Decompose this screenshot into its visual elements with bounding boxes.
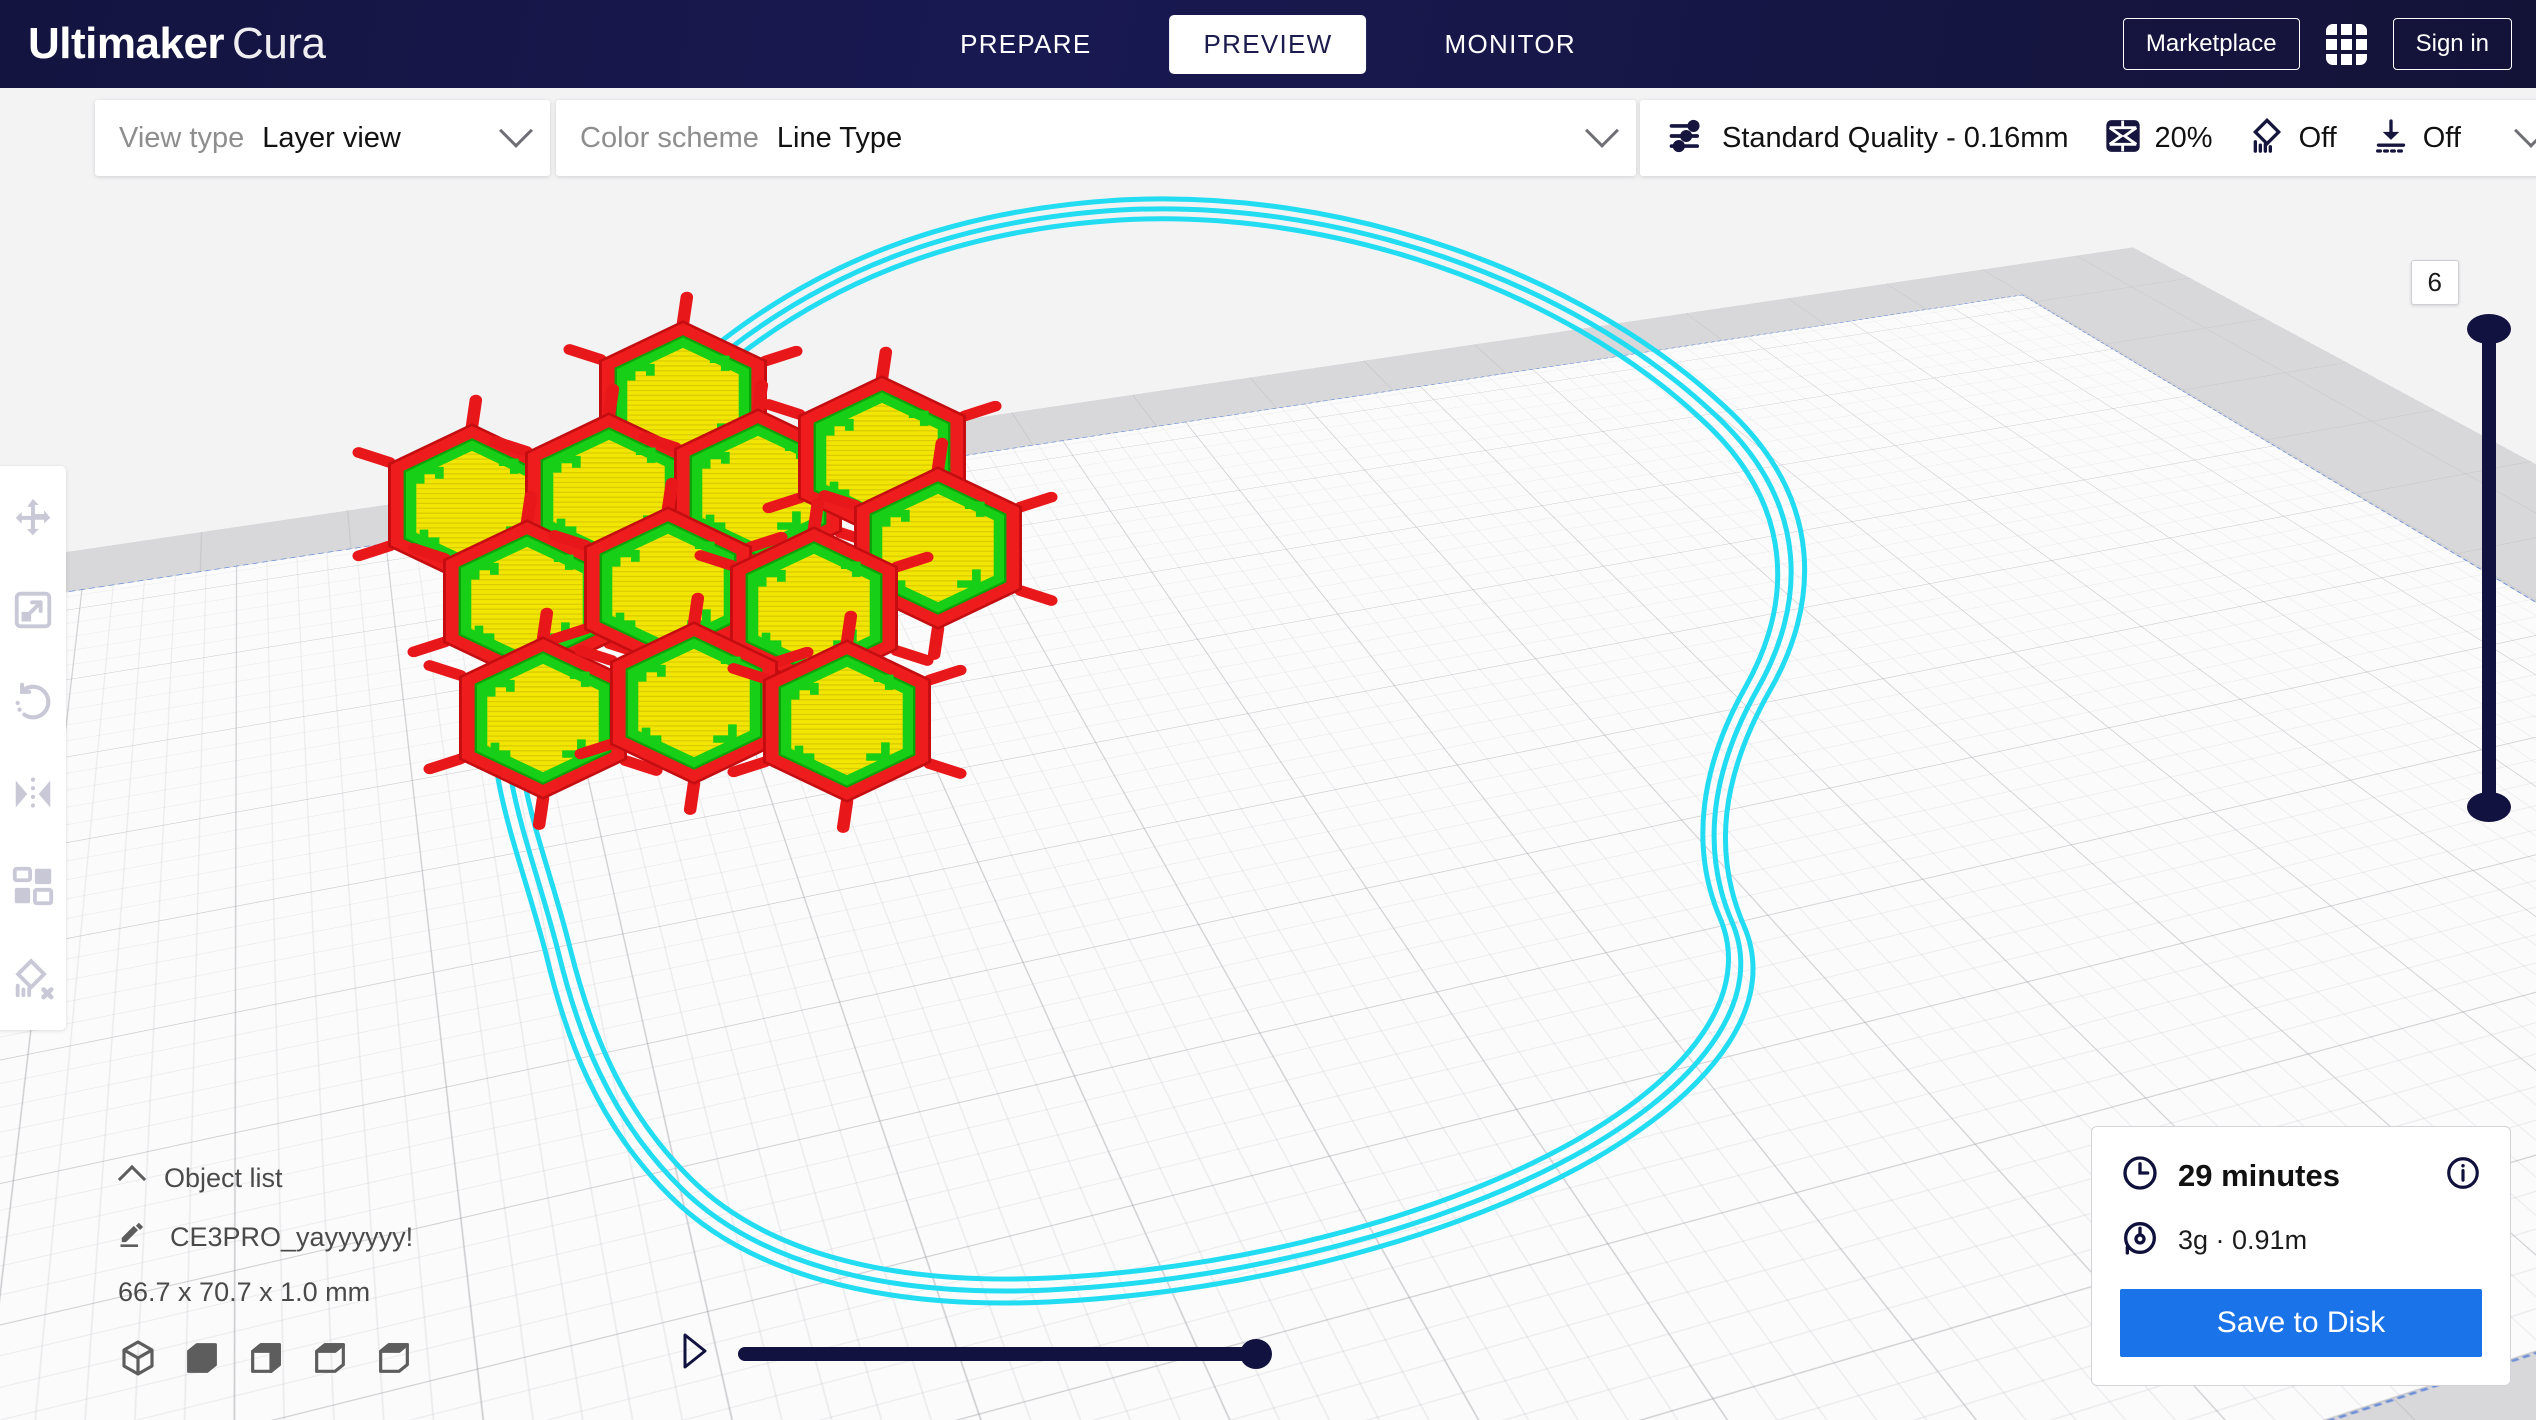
chevron-down-icon[interactable] (499, 114, 533, 148)
move-tool[interactable] (7, 492, 59, 544)
rotate-tool[interactable] (7, 676, 59, 728)
pencil-icon (118, 1220, 148, 1255)
color-scheme-selector[interactable]: Color scheme Line Type (556, 100, 1636, 176)
settings-toolbar: View type Layer view Color scheme Line T… (95, 100, 2536, 176)
filament-spool-icon (2120, 1218, 2160, 1263)
object-list-panel: Object list CE3PRO_yayyyyyy! 66.7 x 70.7… (118, 1163, 414, 1378)
print-info-card: 29 minutes 3g · 0.91m Save to Disk (2091, 1126, 2511, 1386)
view-cube-top-icon[interactable] (246, 1338, 286, 1378)
view-cube-3d-icon[interactable] (118, 1338, 158, 1378)
support-icon (2247, 116, 2287, 161)
scale-tool[interactable] (7, 584, 59, 636)
header-right-actions: Marketplace Sign in (2123, 0, 2512, 88)
print-time-row: 29 minutes (2120, 1153, 2482, 1198)
adhesion-item[interactable]: Off (2371, 116, 2461, 161)
support-blocker-tool[interactable] (7, 952, 59, 1004)
layer-slider-lower-handle[interactable] (2467, 792, 2511, 822)
layer-slider-track[interactable] (2482, 328, 2496, 808)
clock-icon (2120, 1153, 2160, 1198)
view-cube-left-icon[interactable] (310, 1338, 350, 1378)
layer-slider-upper-handle[interactable] (2467, 314, 2511, 344)
material-usage-value: 3g · 0.91m (2178, 1225, 2307, 1256)
per-model-settings-tool[interactable] (7, 860, 59, 912)
material-usage-row: 3g · 0.91m (2120, 1218, 2482, 1263)
print-time-value: 29 minutes (2178, 1158, 2340, 1194)
simulation-controls (680, 1331, 1258, 1376)
support-value: Off (2299, 122, 2337, 155)
adhesion-value: Off (2423, 122, 2461, 155)
object-name: CE3PRO_yayyyyyy! (170, 1222, 413, 1253)
marketplace-button[interactable]: Marketplace (2123, 18, 2300, 70)
tab-preview[interactable]: PREVIEW (1170, 15, 1367, 74)
simulation-slider-handle[interactable] (1240, 1339, 1272, 1369)
layer-slider[interactable]: 6 (2467, 318, 2511, 818)
play-triangle-icon[interactable] (680, 1331, 710, 1376)
layer-value-bubble: 6 (2411, 260, 2459, 305)
apps-grid-icon[interactable] (2326, 24, 2367, 65)
simulation-slider-track[interactable] (738, 1347, 1258, 1361)
brand-light: Cura (232, 19, 325, 68)
sliders-icon (1666, 114, 1710, 163)
sign-in-button[interactable]: Sign in (2393, 18, 2512, 70)
build-plate-viewport[interactable]: 6 Object list CE (0, 88, 2536, 1420)
quality-profile-value: Standard Quality - 0.16mm (1722, 122, 2069, 155)
view-cube-front-icon[interactable] (182, 1338, 222, 1378)
object-list-header[interactable]: Object list (118, 1163, 414, 1194)
infill-grid-icon (2103, 116, 2143, 161)
app-header: UltimakerCura PREPARE PREVIEW MONITOR Ma… (0, 0, 2536, 88)
adhesion-icon (2371, 116, 2411, 161)
view-type-selector[interactable]: View type Layer view (95, 100, 550, 176)
tab-monitor[interactable]: MONITOR (1411, 15, 1610, 74)
infill-value: 20% (2155, 122, 2213, 155)
view-type-label: View type (119, 122, 244, 155)
infill-item[interactable]: 20% (2103, 116, 2213, 161)
tab-prepare[interactable]: PREPARE (926, 15, 1125, 74)
object-dimensions: 66.7 x 70.7 x 1.0 mm (118, 1277, 414, 1308)
info-circle-icon[interactable] (2444, 1154, 2482, 1197)
view-cube-buttons (118, 1338, 414, 1378)
color-scheme-label: Color scheme (580, 122, 759, 155)
chevron-down-icon[interactable] (1585, 114, 1619, 148)
color-scheme-value: Line Type (777, 122, 902, 155)
object-list-title: Object list (164, 1163, 283, 1194)
chevron-up-icon (118, 1164, 146, 1192)
print-settings-selector[interactable]: Standard Quality - 0.16mm 20% Off (1640, 100, 2536, 176)
object-list-item[interactable]: CE3PRO_yayyyyyy! (118, 1220, 414, 1255)
app-logo: UltimakerCura (28, 19, 325, 69)
save-to-disk-button[interactable]: Save to Disk (2120, 1289, 2482, 1357)
view-type-value: Layer view (262, 122, 401, 155)
mirror-tool[interactable] (7, 768, 59, 820)
chevron-down-icon[interactable] (2514, 114, 2536, 148)
support-item[interactable]: Off (2247, 116, 2337, 161)
brand-bold: Ultimaker (28, 19, 224, 68)
left-tool-column (0, 466, 66, 1030)
main-navigation-tabs: PREPARE PREVIEW MONITOR (926, 0, 1610, 88)
quality-profile-item[interactable]: Standard Quality - 0.16mm (1666, 114, 2069, 163)
view-cube-right-icon[interactable] (374, 1338, 414, 1378)
